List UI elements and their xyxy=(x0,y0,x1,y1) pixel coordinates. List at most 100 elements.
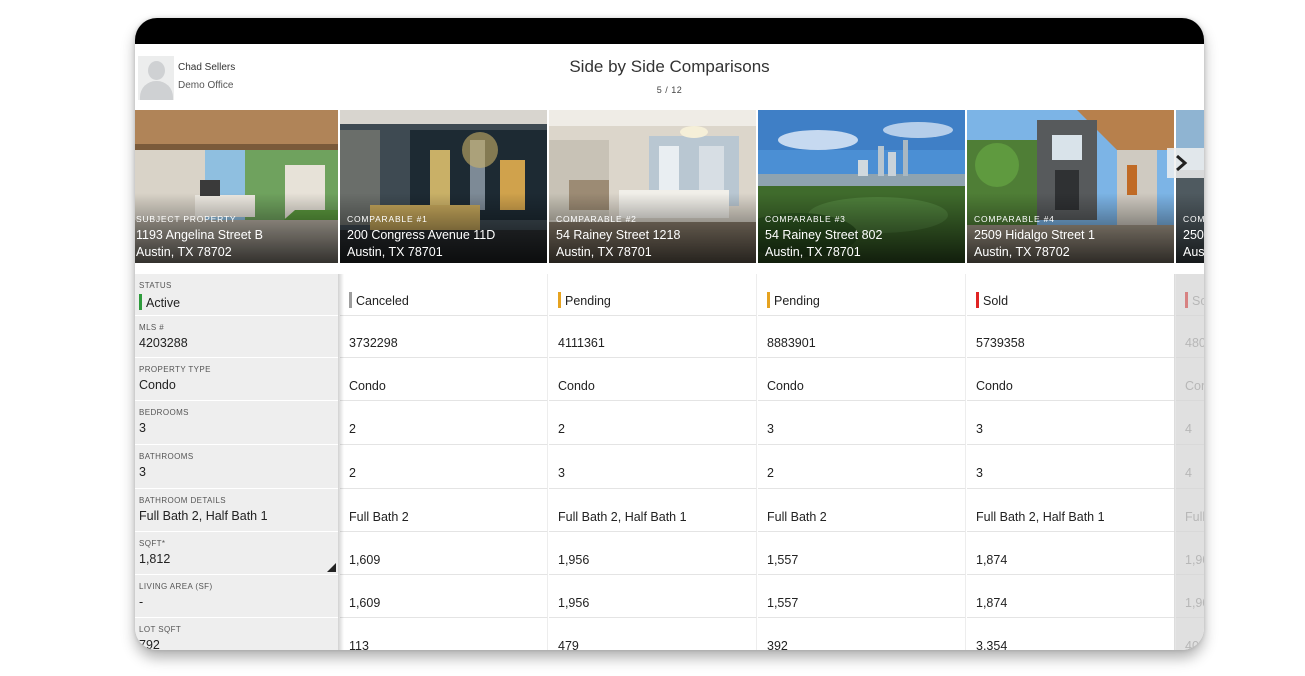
comparable-field-value: 3 xyxy=(558,466,565,480)
comparable-field-value: 1,874 xyxy=(976,553,1008,567)
field-label: STATUS xyxy=(139,281,172,290)
comparable-value-cell: 1,956 xyxy=(549,532,757,575)
comparable-field-value: 479 xyxy=(558,639,579,650)
subject-field-value: Condo xyxy=(139,378,176,392)
comparable-value-cell: 3 xyxy=(967,401,1175,445)
comparable-field-value: 3,354 xyxy=(976,639,1008,650)
comparable-field-value: 1,557 xyxy=(767,596,799,610)
property-type-label: COMPARABLE #3 xyxy=(765,214,846,224)
comparable-value-cell: Condo xyxy=(967,358,1175,401)
comparable-field-value: Pending xyxy=(767,292,820,308)
comparable-field-value: 3 xyxy=(976,466,983,480)
field-label: LIVING AREA (SF) xyxy=(139,582,213,591)
next-comparable-button[interactable] xyxy=(1167,148,1204,178)
comparable-field-value: Full Bath 2, Half Bath 1 xyxy=(558,510,687,524)
comparable-field-value: 3 xyxy=(767,422,774,436)
subject-property-card[interactable]: SUBJECT PROPERTY 1193 Angelina Street B Au… xyxy=(135,110,338,263)
comparable-value-cell: Condo xyxy=(758,358,966,401)
subject-field-cell: MLS # 4203288 xyxy=(135,316,338,358)
table-row: MLS # 4203288 3732298 4111361 8883901 5739358… xyxy=(135,316,1204,358)
property-type-label: COMPARABLE #2 xyxy=(556,214,637,224)
property-city: Austin, TX 78701 xyxy=(347,245,443,259)
status-indicator xyxy=(558,292,561,308)
property-caption: COMPARABLE #3 54 Rainey Street 802 Austin,… xyxy=(765,214,882,261)
comparable-value-cell: 479 xyxy=(549,618,757,650)
comparable-value-cell: 2 xyxy=(340,445,548,489)
comparable-field-value: 1,956 xyxy=(558,553,590,567)
page-title: Side by Side Comparisons xyxy=(569,57,770,76)
comparable-value-cell: 2 xyxy=(340,401,548,445)
table-row: BEDROOMS322334 xyxy=(135,401,1204,445)
property-street: 54 Rainey Street 802 xyxy=(765,228,883,242)
subject-field-cell: BEDROOMS 3 xyxy=(135,401,338,445)
comparable-value-cell: 1,557 xyxy=(758,575,966,618)
subject-field-cell: BATHROOM DETAILS Full Bath 2, Half Bath 1 xyxy=(135,489,338,532)
comparable-field-value: 2 xyxy=(349,466,356,480)
comparable-value-cell: Pending xyxy=(549,274,757,316)
comparable-value-cell: 3,354 xyxy=(967,618,1175,650)
property-city: Austin, TX 78702 xyxy=(136,245,232,259)
property-city: Austin, TX 78702 xyxy=(974,245,1070,259)
subject-field-value: Full Bath 2, Half Bath 1 xyxy=(139,509,268,523)
comparable-value-cell: Condo xyxy=(549,358,757,401)
field-label: PROPERTY TYPE xyxy=(139,365,211,374)
property-type-label: COMPARABLE #4 xyxy=(974,214,1055,224)
comparable-field-value: Canceled xyxy=(349,292,409,308)
comparable-value-cell: 1,874 xyxy=(967,575,1175,618)
comparable-value-cell: Pending xyxy=(758,274,966,316)
comparable-field-value: 8883901 xyxy=(767,336,816,350)
comparable-field-value: 392 xyxy=(767,639,788,650)
device-bezel xyxy=(135,18,1204,44)
comparable-field-value: 1,609 xyxy=(349,596,381,610)
property-caption: COMPARABLE #4 2509 Hidalgo Street 1 Austin… xyxy=(974,214,1095,261)
subject-field-value: - xyxy=(139,595,144,609)
property-city: Austin, TX 78701 xyxy=(556,245,652,259)
comparable-field-value: 2 xyxy=(349,422,356,436)
comparable-property-card[interactable]: COMPARABLE #4 2509 Hidalgo Street 1 Austin… xyxy=(967,110,1174,263)
comparable-value-cell: 1,874 xyxy=(967,532,1175,575)
comparable-field-value: 1,874 xyxy=(976,596,1008,610)
comparable-field-value: 2 xyxy=(767,466,774,480)
property-city: Austin, TX 78701 xyxy=(765,245,861,259)
comparable-value-cell: 1,557 xyxy=(758,532,966,575)
comparable-field-value: 5739358 xyxy=(976,336,1025,350)
comparable-value-cell: 2 xyxy=(549,401,757,445)
comparable-value-cell: Full Bath 2 xyxy=(340,489,548,532)
comparable-value-cell: Full Bath 2, Half Bath 1 xyxy=(967,489,1175,532)
property-type-label: COMPARABLE #1 xyxy=(347,214,428,224)
field-label: BATHROOM DETAILS xyxy=(139,496,227,505)
comparable-property-card[interactable]: COMPARABLE #1 200 Congress Avenue 11D Aust… xyxy=(340,110,547,263)
chevron-right-icon xyxy=(1176,154,1188,172)
comparable-field-value: Pending xyxy=(558,292,611,308)
property-street: 54 Rainey Street 1218 xyxy=(556,228,681,242)
status-indicator xyxy=(349,292,352,308)
comparable-field-value: Full Bath 2 xyxy=(349,510,409,524)
status-indicator xyxy=(976,292,979,308)
comparable-property-card[interactable]: COMPARABLE #5 2509 Hidalgo Street 2 Austin… xyxy=(1176,110,1204,263)
table-row: STATUSActiveCanceledPendingPendingSoldSo… xyxy=(135,274,1204,316)
subject-field-value: Active xyxy=(139,294,180,310)
comparable-field-value: Condo xyxy=(349,379,386,393)
subject-field-value: 4203288 xyxy=(139,336,188,350)
comparable-property-card[interactable]: COMPARABLE #3 54 Rainey Street 802 Austin,… xyxy=(758,110,965,263)
frozen-column-shadow xyxy=(338,274,344,650)
comparable-property-card[interactable]: COMPARABLE #2 54 Rainey Street 1218 Austin… xyxy=(549,110,756,263)
comparison-table: STATUSActiveCanceledPendingPendingSoldSo… xyxy=(135,274,1204,650)
subject-field-cell[interactable]: SQFT* 1,812 xyxy=(135,532,338,575)
app-header: Chad Sellers Demo Office Side by Side Co… xyxy=(135,44,1204,110)
comparable-field-value: Full Bath 2 xyxy=(767,510,827,524)
subject-field-value: 792 xyxy=(139,638,160,650)
comparable-value-cell: 5739358 xyxy=(967,316,1175,358)
comparable-field-value: Condo xyxy=(976,379,1013,393)
comparable-field-value: 4111361 xyxy=(558,336,605,350)
status-indicator xyxy=(139,294,142,310)
field-label: LOT SQFT xyxy=(139,625,182,634)
table-row: LOT SQFT7921134793923,354400 xyxy=(135,618,1204,650)
property-street: 200 Congress Avenue 11D xyxy=(347,228,496,242)
table-row: PROPERTY TYPECondoCondoCondoCondoCondoCo… xyxy=(135,358,1204,401)
comparable-field-value: Condo xyxy=(767,379,804,393)
property-type-label: COMPARABLE #5 xyxy=(1183,214,1204,224)
device-frame: Chad Sellers Demo Office Side by Side Co… xyxy=(135,18,1204,650)
property-city: Austin, TX 78702 xyxy=(1183,245,1204,259)
property-caption: COMPARABLE #5 2509 Hidalgo Street 2 Austin… xyxy=(1183,214,1204,261)
